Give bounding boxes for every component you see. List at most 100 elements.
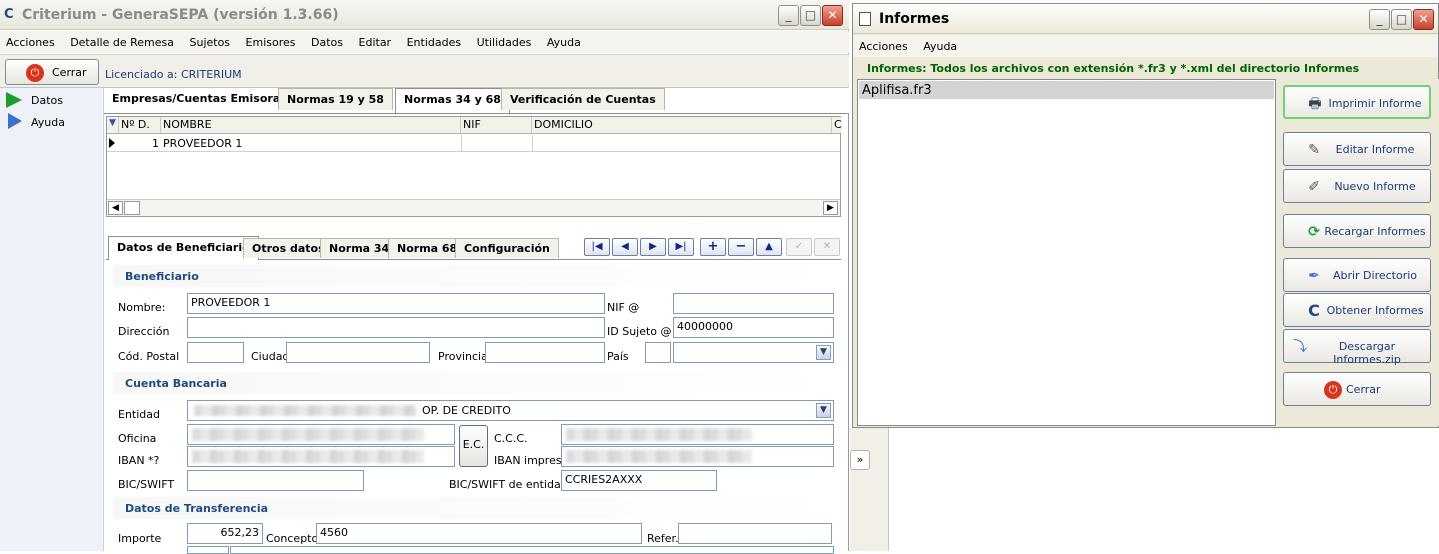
sort-indicator-icon[interactable]: ▼ [107,117,119,133]
nav-prev-icon[interactable]: ◀ [612,238,638,256]
bic-field[interactable] [187,470,364,491]
table-row[interactable]: 1 PROVEEDOR 1 [107,135,840,152]
menu-datos[interactable]: Datos [305,31,349,49]
obtener-informes-button[interactable]: C Obtener Informes [1283,293,1431,327]
ec-button[interactable]: E.C. [459,425,488,467]
recargar-informes-button[interactable]: ⟳ Recargar Informes [1283,214,1431,248]
nif-field[interactable] [673,293,834,314]
scroll-left-icon[interactable]: ◀ [108,201,123,215]
menu-editar[interactable]: Editar [353,31,398,49]
menu-sujetos[interactable]: Sujetos [183,31,236,49]
tab-configuracion[interactable]: Configuración [455,238,559,258]
direccion-field[interactable] [187,317,605,338]
data-grid: ▼ Nº D. NOMBRE NIF DOMICILIO C 1 PROVEED… [106,116,842,217]
label-bic-entidad: BIC/SWIFT de entidad [449,478,568,491]
nav-cancel-icon[interactable]: ✕ [814,238,840,256]
recargar-informes-label: Recargar Informes [1324,225,1426,238]
grid-col-divider [461,135,462,152]
pais-select[interactable]: ▼ [673,342,834,363]
main-titlebar[interactable]: C Criterium - GeneraSEPA (versión 1.3.66… [0,0,849,30]
main-toolbar: ⏻ Cerrar Licenciado a: CRITERIUM [0,54,849,88]
nav-next-icon[interactable]: ▶ [640,238,666,256]
provincia-field[interactable] [485,342,605,363]
list-item[interactable]: Aplifisa.fr3 [859,81,1274,99]
tab-norma-34[interactable]: Norma 34 [320,238,399,258]
close-window-button[interactable]: ✕ [822,5,843,26]
entidad-select[interactable]: OP. DE CREDITO ▼ [187,400,834,421]
tab-empresas[interactable]: Empresas/Cuentas Emisoras [104,88,295,110]
pais-code-field[interactable] [645,342,671,363]
concepto-field[interactable]: 4560 [316,523,642,544]
maximize-button[interactable]: □ [800,5,821,26]
menu-acciones[interactable]: Acciones [0,31,61,49]
column-header-c[interactable]: C [832,117,842,133]
extra-field-2[interactable] [230,546,834,554]
iban-field[interactable] [187,446,455,467]
cell-nombre: PROVEEDOR 1 [163,137,243,150]
informes-menu-ayuda[interactable]: Ayuda [917,35,963,53]
imprimir-informe-button[interactable]: 🖶 Imprimir Informe [1283,85,1431,119]
column-header-nif[interactable]: NIF [461,117,532,133]
informes-window-title: Informes [879,11,950,27]
scroll-right-icon[interactable]: ▶ [823,201,838,215]
expand-chevron-icon[interactable]: » [850,450,870,470]
editar-informe-button[interactable]: ✎ Editar Informe [1283,132,1431,166]
column-header-nombre[interactable]: NOMBRE [161,117,461,133]
extra-field-1[interactable] [187,546,229,554]
abrir-directorio-button[interactable]: ✒ Abrir Directorio [1283,258,1431,292]
section-transferencia: Datos de Transferencia [113,497,840,519]
informes-titlebar[interactable]: Informes _ □ ✕ [853,4,1438,34]
minimize-button[interactable]: _ [778,5,799,26]
column-header-nd[interactable]: Nº D. [119,117,161,133]
menu-ayuda[interactable]: Ayuda [541,31,587,49]
blurred-oficina [192,428,424,441]
scroll-thumb[interactable] [124,201,140,215]
refer-field[interactable] [678,523,832,544]
nav-post-icon[interactable]: ✓ [786,238,812,256]
menu-detalle-remesa[interactable]: Detalle de Remesa [64,31,180,49]
chevron-down-icon[interactable]: ▼ [816,345,831,360]
informes-minimize-button[interactable]: _ [1369,9,1390,30]
list-item-label: Aplifisa.fr3 [862,83,932,98]
tab-normas-19-58[interactable]: Normas 19 y 58 [278,88,393,110]
nombre-field[interactable]: PROVEEDOR 1 [187,293,605,314]
informes-close-window-button[interactable]: ✕ [1413,9,1434,30]
row-pointer-icon [109,138,115,148]
nav-delete-icon[interactable]: − [728,238,754,256]
informes-maximize-button[interactable]: □ [1391,9,1412,30]
section-beneficiario: Beneficiario [113,265,840,287]
descargar-informes-zip-button[interactable]: ⤵ Descargar Informes.zip [1283,329,1431,366]
ccc-field[interactable] [561,424,834,445]
sidebar: Datos Ayuda [0,88,104,551]
informes-menu-acciones[interactable]: Acciones [853,35,914,53]
nuevo-informe-button[interactable]: ✐ Nuevo Informe [1283,169,1431,203]
nav-add-icon[interactable]: + [700,238,726,256]
label-oficina: Oficina [118,432,157,445]
menu-utilidades[interactable]: Utilidades [471,31,538,49]
nav-last-icon[interactable]: ▶| [668,238,694,256]
id-sujeto-field[interactable]: 40000000 [673,317,834,338]
iban-impreso-field[interactable] [561,446,834,467]
column-header-domicilio[interactable]: DOMICILIO [532,117,832,133]
tab-verificacion[interactable]: Verificación de Cuentas [501,88,665,110]
cerrar-button[interactable]: ⏻ Cerrar [5,59,99,85]
chevron-down-icon[interactable]: ▼ [816,403,831,418]
license-text: Licenciado a: CRITERIUM [105,68,242,81]
nav-first-icon[interactable]: |◀ [584,238,610,256]
menu-emisores[interactable]: Emisores [240,31,302,49]
sidebar-item-ayuda[interactable]: Ayuda [4,112,100,132]
importe-field[interactable]: 652,23 [187,523,263,544]
tab-normas-34-68[interactable]: Normas 34 y 68 [395,88,510,113]
menu-entidades[interactable]: Entidades [401,31,468,49]
informes-file-list[interactable]: Aplifisa.fr3 [857,79,1276,426]
tab-datos-beneficiario[interactable]: Datos de Beneficiario [108,236,259,260]
horizontal-scrollbar[interactable]: ◀ ▶ [107,199,840,216]
nav-edit-icon[interactable]: ▲ [756,238,782,256]
oficina-field[interactable] [187,424,455,445]
bic-entidad-field[interactable]: CCRIES2AXXX [561,470,717,491]
cerrar-informes-button[interactable]: ⏻ Cerrar [1283,372,1431,406]
label-cod-postal: Cód. Postal [118,350,180,363]
ciudad-field[interactable] [286,342,430,363]
sidebar-item-datos[interactable]: Datos [4,90,100,110]
cod-postal-field[interactable] [187,342,244,363]
